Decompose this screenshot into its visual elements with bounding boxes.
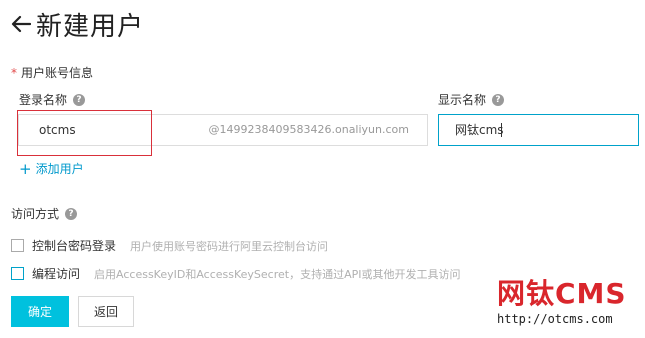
arrow-left-icon xyxy=(11,15,31,33)
login-domain-suffix: @1499238409583426.onaliyun.com xyxy=(208,123,409,136)
console-login-label: 控制台密码登录 xyxy=(32,239,117,253)
programmatic-access-checkbox[interactable] xyxy=(11,267,24,280)
plus-icon: + xyxy=(19,159,32,178)
page-header: 新建用户 xyxy=(10,4,144,44)
login-name-input[interactable] xyxy=(39,115,219,145)
required-mark: * xyxy=(11,66,17,80)
page-title: 新建用户 xyxy=(36,11,145,42)
programmatic-access-option[interactable]: 编程访问 启用AccessKeyID和AccessKeySecret，支持通过A… xyxy=(11,265,461,282)
display-name-label: 显示名称 ? xyxy=(438,91,505,108)
add-user-link[interactable]: + 添加用户 xyxy=(19,160,84,177)
watermark-url: http://otcms.com xyxy=(497,312,613,326)
help-icon[interactable]: ? xyxy=(492,93,505,106)
confirm-button[interactable]: 确定 xyxy=(11,296,69,327)
help-icon[interactable]: ? xyxy=(73,93,86,106)
programmatic-access-desc: 启用AccessKeyID和AccessKeySecret，支持通过API或其他… xyxy=(94,267,461,281)
return-button[interactable]: 返回 xyxy=(78,296,134,327)
section-label-text: 用户账号信息 xyxy=(21,66,94,80)
console-login-desc: 用户使用账号密码进行阿里云控制台访问 xyxy=(130,239,329,253)
back-button[interactable] xyxy=(10,13,32,35)
add-user-label: 添加用户 xyxy=(35,162,84,176)
console-login-checkbox[interactable] xyxy=(11,239,24,252)
watermark-logo: 网钛CMS http://otcms.com xyxy=(497,277,637,327)
help-icon[interactable]: ? xyxy=(65,207,78,220)
text-caret xyxy=(501,123,502,137)
access-method-label-text: 访问方式 xyxy=(11,207,60,221)
access-method-label: 访问方式 ? xyxy=(11,205,78,222)
programmatic-access-label: 编程访问 xyxy=(32,267,81,281)
watermark-title: 网钛CMS xyxy=(497,277,627,310)
login-name-label-text: 登录名称 xyxy=(19,93,68,107)
section-label: * 用户账号信息 xyxy=(11,64,93,81)
console-login-option[interactable]: 控制台密码登录 用户使用账号密码进行阿里云控制台访问 xyxy=(11,237,328,254)
display-name-field[interactable] xyxy=(438,114,639,146)
login-name-label: 登录名称 ? xyxy=(19,91,86,108)
login-name-field[interactable]: @1499238409583426.onaliyun.com xyxy=(18,114,428,146)
display-name-label-text: 显示名称 xyxy=(438,93,487,107)
display-name-input[interactable] xyxy=(455,115,605,145)
